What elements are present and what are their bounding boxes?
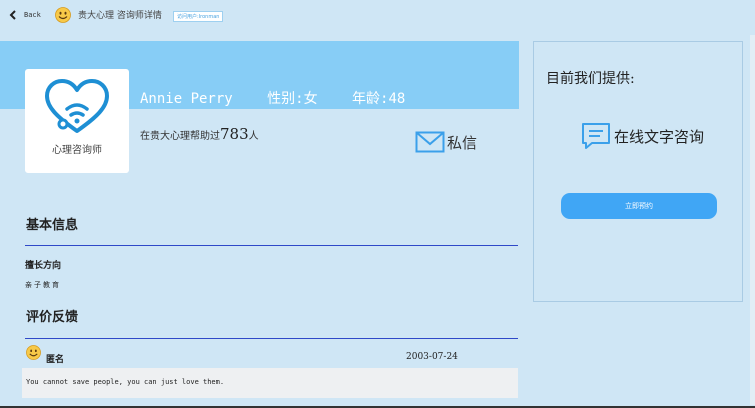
- message-label: 私信: [447, 133, 478, 152]
- app-title: 贵大心理 咨询师详情: [78, 11, 162, 21]
- helped-suffix: 人: [248, 131, 259, 142]
- services-panel: 目前我们提供: 在线文字咨询 立即预约: [533, 41, 743, 302]
- specialty-value: 亲子教育: [25, 281, 61, 289]
- visitor-badge: 访问用户:Ironman: [173, 11, 224, 22]
- counselor-name: Annie Perry: [140, 91, 233, 107]
- private-message-button[interactable]: 私信: [415, 131, 477, 153]
- reviews-divider: [25, 338, 518, 339]
- chat-bubble-icon: [582, 123, 610, 149]
- profile-name-line: Annie Perry 性别:女 年龄:48: [140, 88, 431, 108]
- back-label: Back: [24, 11, 41, 19]
- envelope-icon: [415, 131, 445, 153]
- book-now-button[interactable]: 立即预约: [561, 193, 717, 219]
- services-title: 目前我们提供:: [546, 71, 635, 87]
- review-user: 匿名: [46, 355, 65, 365]
- helped-count-line: 在贵大心理帮助过783人: [140, 125, 259, 143]
- counselor-gender: 性别:女: [267, 91, 318, 107]
- page: Back 贵大心理 咨询师详情 访问用户:Ironman 心理咨询师 Annie…: [0, 0, 755, 408]
- reviews-title: 评价反馈: [26, 310, 79, 325]
- review-text: You cannot save people, you can just lov…: [26, 378, 225, 386]
- review-date: 2003-07-24: [406, 352, 458, 362]
- review-content-box: You cannot save people, you can just lov…: [22, 368, 518, 398]
- back-button[interactable]: Back: [8, 10, 41, 20]
- chevron-left-icon: [9, 10, 16, 20]
- smiley-avatar-icon: [26, 345, 41, 360]
- specialty-label: 擅长方向: [25, 261, 62, 271]
- service-label: 在线文字咨询: [614, 127, 705, 146]
- helped-prefix: 在贵大心理帮助过: [140, 131, 220, 142]
- counselor-age: 年龄:48: [352, 91, 406, 107]
- scrollbar[interactable]: [750, 35, 755, 405]
- avatar-caption: 心理咨询师: [52, 145, 102, 156]
- basic-info-title: 基本信息: [26, 218, 79, 233]
- heart-wifi-icon: [45, 79, 109, 133]
- service-item-text-consult: 在线文字咨询: [580, 121, 704, 151]
- top-bar: Back 贵大心理 咨询师详情 访问用户:Ironman: [0, 0, 755, 32]
- smiley-logo-icon: [55, 7, 71, 23]
- avatar: 心理咨询师: [25, 69, 129, 173]
- helped-count: 783: [220, 125, 249, 143]
- basic-info-divider: [25, 245, 518, 246]
